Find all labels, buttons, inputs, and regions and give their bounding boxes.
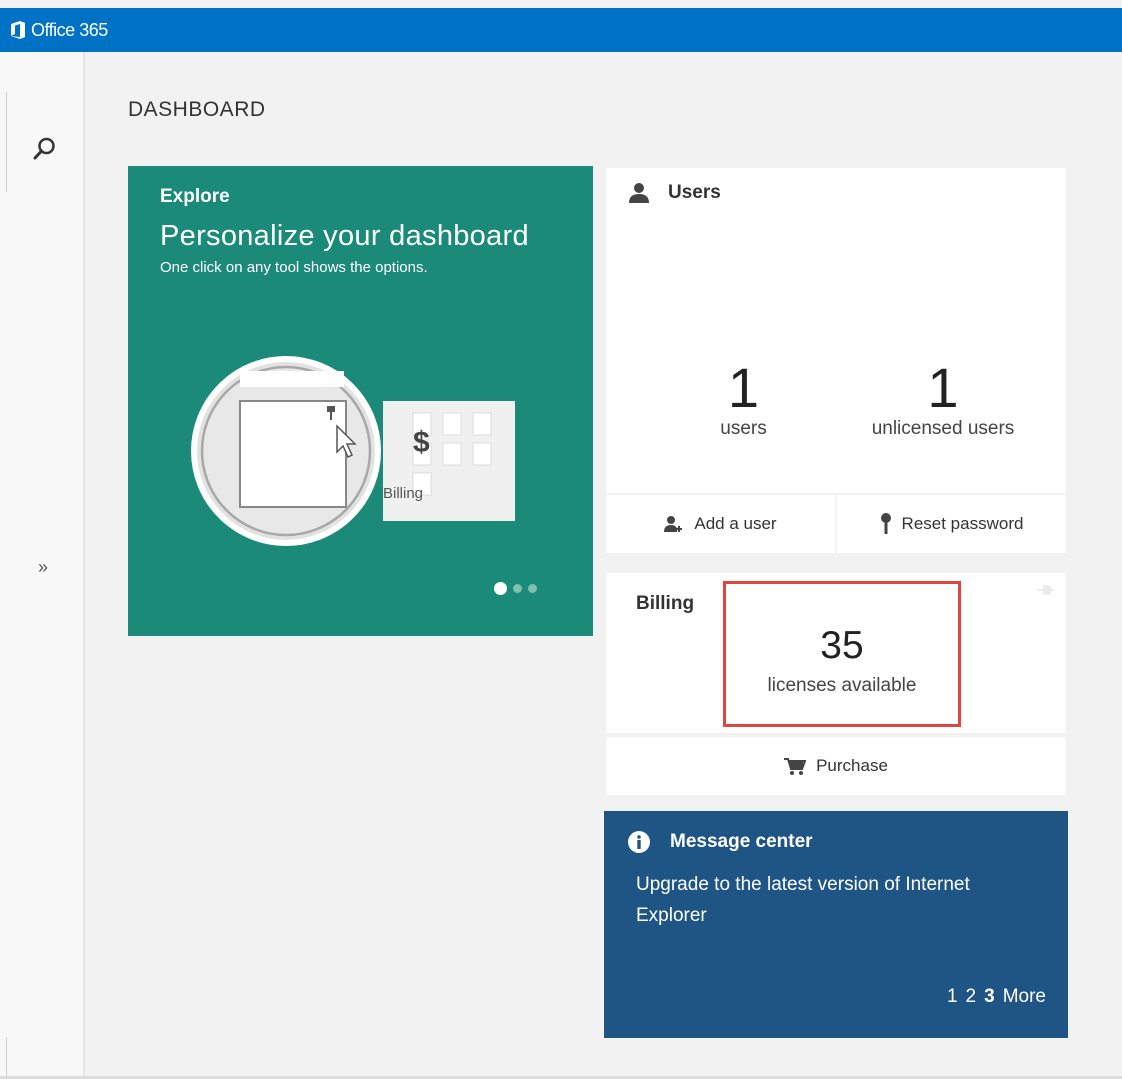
reset-password-button[interactable]: Reset password	[835, 495, 1066, 553]
unlicensed-users-stat[interactable]: 1 unlicensed users	[858, 360, 1028, 440]
pager-page-3[interactable]: 3	[984, 986, 995, 1008]
message-text[interactable]: Upgrade to the latest version of Interne…	[604, 853, 1068, 931]
licenses-label: licenses available	[767, 675, 917, 696]
licenses-highlight[interactable]: 35 licenses available	[723, 581, 961, 727]
explore-tile[interactable]: Explore Personalize your dashboard One c…	[128, 166, 593, 636]
cart-icon	[784, 758, 807, 775]
nav-edge-top	[0, 92, 7, 192]
message-pager: 1 2 3 More	[947, 986, 1046, 1008]
carousel-dots	[494, 582, 537, 595]
add-user-icon	[664, 516, 683, 532]
carousel-dot-3[interactable]	[528, 584, 537, 593]
users-count: 1	[727, 356, 760, 419]
licenses-count: 35	[820, 624, 864, 667]
pager-page-2[interactable]: 2	[966, 986, 977, 1008]
users-header: Users	[606, 168, 1066, 218]
unlicensed-label: unlicensed users	[871, 418, 1015, 439]
nav-edge-bottom	[0, 1037, 7, 1077]
info-icon	[628, 831, 650, 853]
users-tile[interactable]: Users 1 users 1 unlicensed users	[606, 168, 1066, 493]
top-bar: Office 365	[0, 8, 1122, 52]
reset-password-label: Reset password	[901, 514, 1024, 533]
users-title: Users	[668, 182, 721, 203]
add-user-button[interactable]: Add a user	[606, 495, 835, 553]
billing-tile[interactable]: Billing 35 licenses available	[606, 573, 1066, 733]
explore-subtext: One click on any tool shows the options.	[160, 259, 428, 276]
page-title: DASHBOARD	[128, 98, 266, 121]
message-center-tile[interactable]: Message center Upgrade to the latest ver…	[604, 811, 1068, 1038]
users-actions: Add a user Reset password	[606, 495, 1066, 553]
purchase-label: Purchase	[816, 756, 888, 775]
users-count-label: users	[720, 418, 767, 439]
office-logo-icon	[11, 21, 25, 39]
carousel-dot-2[interactable]	[513, 584, 522, 593]
explore-eyebrow: Explore	[160, 186, 230, 207]
expand-nav-icon[interactable]: »	[38, 557, 48, 578]
billing-title: Billing	[636, 593, 695, 614]
add-user-label: Add a user	[694, 514, 777, 533]
billing-actions: Purchase	[606, 737, 1066, 795]
explore-headline: Personalize your dashboard	[160, 220, 529, 252]
app-title: Office 365	[31, 19, 108, 40]
message-center-header: Message center	[604, 811, 1068, 853]
users-count-stat[interactable]: 1 users	[686, 360, 801, 440]
pin-icon[interactable]	[1038, 585, 1054, 595]
message-center-title: Message center	[670, 831, 813, 852]
purchase-button[interactable]: Purchase	[606, 737, 1066, 795]
left-nav: »	[0, 52, 85, 1079]
pager-page-1[interactable]: 1	[947, 986, 958, 1008]
key-icon	[880, 513, 891, 534]
user-icon	[629, 183, 649, 203]
illustration-dollar-symbol: $	[413, 426, 430, 459]
illustration-billing-label: Billing	[383, 485, 424, 502]
dashboard-illustration	[191, 356, 515, 546]
pager-more-link[interactable]: More	[1003, 986, 1046, 1008]
unlicensed-count: 1	[927, 356, 959, 419]
carousel-dot-1[interactable]	[494, 582, 507, 595]
office-logo[interactable]: Office 365	[10, 20, 108, 41]
search-icon[interactable]	[32, 136, 58, 162]
